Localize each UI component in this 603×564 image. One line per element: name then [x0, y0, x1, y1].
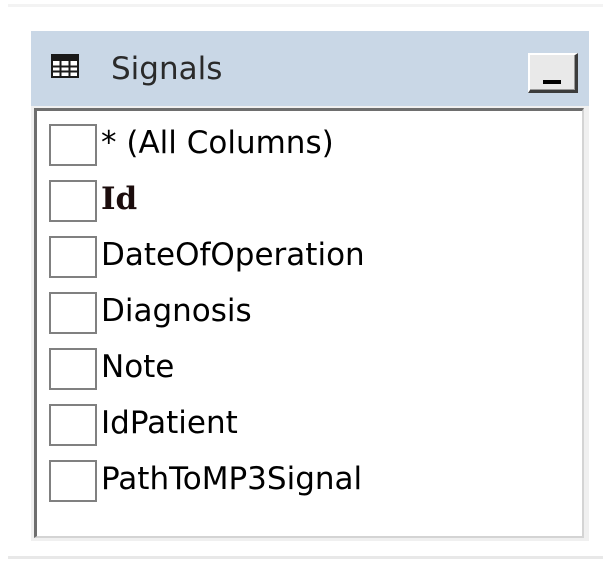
table-grid-icon [51, 54, 79, 78]
column-label: * (All Columns) [101, 125, 334, 161]
window-title: Signals [111, 51, 223, 87]
column-item-note[interactable]: Note [49, 341, 569, 393]
bottom-divider [8, 556, 603, 559]
column-item-all-columns[interactable]: * (All Columns) [49, 117, 569, 169]
column-item-pathtomp3signal[interactable]: PathToMP3Signal [49, 453, 569, 505]
column-list[interactable]: * (All Columns) Id DateOfOperation Diagn… [34, 108, 584, 538]
column-checkbox[interactable] [49, 124, 97, 166]
minimize-button[interactable] [528, 53, 578, 93]
title-bar[interactable]: Signals [31, 31, 589, 106]
column-checkbox[interactable] [49, 460, 97, 502]
column-label: Diagnosis [101, 293, 252, 329]
column-item-dateofoperation[interactable]: DateOfOperation [49, 229, 569, 281]
top-divider [8, 4, 603, 7]
column-item-id[interactable]: Id [49, 173, 569, 225]
column-item-diagnosis[interactable]: Diagnosis [49, 285, 569, 337]
column-checkbox[interactable] [49, 348, 97, 390]
column-checkbox[interactable] [49, 404, 97, 446]
column-checkbox[interactable] [49, 236, 97, 278]
minimize-icon [543, 80, 561, 84]
column-label: DateOfOperation [101, 237, 365, 273]
column-checkbox[interactable] [49, 180, 97, 222]
column-label: Note [101, 349, 175, 385]
column-label: PathToMP3Signal [101, 461, 363, 497]
table-window[interactable]: Signals * (All Columns) Id DateOfOperati… [31, 31, 589, 541]
column-label-primary-key: Id [101, 181, 138, 217]
column-checkbox[interactable] [49, 292, 97, 334]
canvas: Signals * (All Columns) Id DateOfOperati… [0, 0, 603, 564]
column-label: IdPatient [101, 405, 238, 441]
column-item-idpatient[interactable]: IdPatient [49, 397, 569, 449]
